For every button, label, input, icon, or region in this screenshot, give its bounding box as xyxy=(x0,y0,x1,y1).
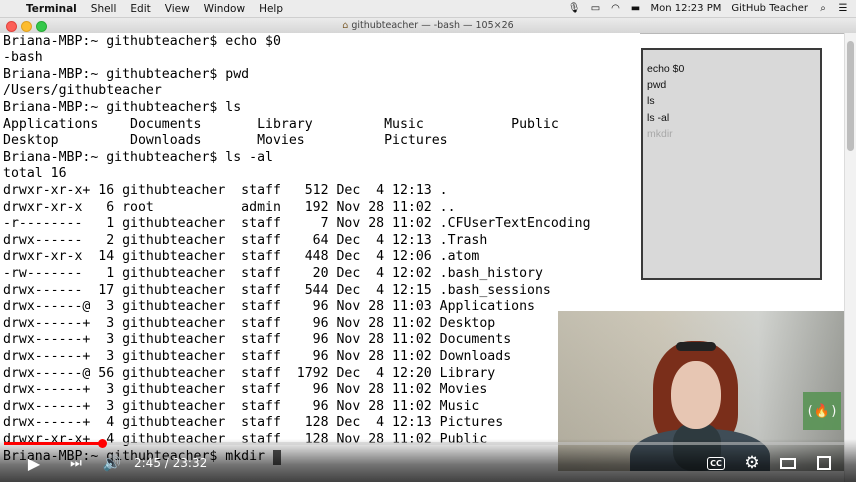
clock[interactable]: Mon 12:23 PM xyxy=(650,3,721,14)
terminal-line: drwx------+ 3 githubteacher staff 96 Nov… xyxy=(3,398,480,414)
menu-help[interactable]: Help xyxy=(259,3,283,15)
duration: 23:32 xyxy=(172,456,208,470)
time-separator: / xyxy=(160,456,173,470)
battery-icon[interactable]: ▬ xyxy=(630,3,640,14)
terminal-line: drwx------+ 3 githubteacher staff 96 Nov… xyxy=(3,332,512,348)
terminal-line: total 16 xyxy=(3,166,67,182)
menu-edit[interactable]: Edit xyxy=(130,3,150,15)
terminal-line: Briana-MBP:~ githubteacher$ ls -al xyxy=(3,149,273,165)
command-notes-card: echo $0 pwd ls ls -al mkdir xyxy=(641,48,822,280)
theater-mode-icon[interactable] xyxy=(776,452,800,474)
video-progress-fill xyxy=(4,442,103,445)
minimize-window-button[interactable] xyxy=(21,21,32,32)
wifi-icon[interactable]: ◠ xyxy=(610,3,620,14)
menu-extras: 🎙 ▭ ◠ ▬ Mon 12:23 PM GitHub Teacher ⌕ ☰ xyxy=(568,0,848,17)
note-item: pwd xyxy=(647,79,667,92)
notification-center-icon[interactable]: ☰ xyxy=(838,3,848,14)
menu-bar: Terminal Shell Edit View Window Help 🎙 ▭… xyxy=(0,0,856,18)
window-title-bar: ⌂ githubteacher — -bash — 105×26 xyxy=(0,18,856,34)
menu-window[interactable]: Window xyxy=(204,3,245,15)
video-progress-bar[interactable] xyxy=(4,439,844,448)
terminal-line: drwx------ 2 githubteacher staff 64 Dec … xyxy=(3,232,488,248)
terminal-line: drwx------+ 4 githubteacher staff 128 De… xyxy=(3,415,504,431)
menu-shell[interactable]: Shell xyxy=(91,3,117,15)
terminal-line: /Users/githubteacher xyxy=(3,83,162,99)
terminal-line: drwx------ 17 githubteacher staff 544 De… xyxy=(3,282,551,298)
mic-icon[interactable]: 🎙 xyxy=(568,3,581,14)
terminal-line: drwx------@ 56 githubteacher staff 1792 … xyxy=(3,365,496,381)
terminal-line: Briana-MBP:~ githubteacher$ pwd xyxy=(3,66,250,82)
home-folder-icon: ⌂ xyxy=(342,20,349,31)
menu-app-name[interactable]: Terminal xyxy=(26,3,77,15)
terminal-line: Briana-MBP:~ githubteacher$ echo $0 xyxy=(3,33,281,49)
close-window-button[interactable] xyxy=(6,21,17,32)
channel-badge-icon[interactable]: (🔥) xyxy=(803,392,841,430)
terminal-line: drwx------+ 3 githubteacher staff 96 Nov… xyxy=(3,315,496,331)
terminal-scrollbar[interactable] xyxy=(844,33,856,482)
terminal-line: Desktop Downloads Movies Pictures xyxy=(3,133,448,149)
airplay-icon[interactable]: ▭ xyxy=(590,3,600,14)
current-time: 2:45 xyxy=(134,456,161,470)
terminal-output[interactable]: Briana-MBP:~ githubteacher$ echo $0 -bash… xyxy=(0,33,640,482)
next-video-icon[interactable]: ⏭ xyxy=(64,452,88,474)
video-time-display: 2:45 / 23:32 xyxy=(134,452,207,474)
terminal-line: drwxr-xr-x 14 githubteacher staff 448 De… xyxy=(3,249,480,265)
note-item: ls -al xyxy=(647,111,670,124)
presenter-glasses xyxy=(676,342,716,351)
note-item-upcoming: mkdir xyxy=(647,127,673,140)
terminal-line: drwxr-xr-x 6 root admin 192 Nov 28 11:02… xyxy=(3,199,456,215)
cc-icon: CC xyxy=(707,456,725,470)
note-item: echo $0 xyxy=(647,63,685,75)
zoom-window-button[interactable] xyxy=(36,21,47,32)
scrollbar-thumb[interactable] xyxy=(847,41,854,151)
spotlight-search-icon[interactable]: ⌕ xyxy=(818,3,828,14)
play-icon[interactable]: ▶ xyxy=(22,452,46,474)
fullscreen-icon[interactable] xyxy=(812,452,836,474)
terminal-line: Briana-MBP:~ githubteacher$ ls xyxy=(3,99,242,115)
note-item: ls xyxy=(647,95,655,108)
settings-gear-icon[interactable]: ⚙ xyxy=(740,451,764,475)
terminal-line: Applications Documents Library Music Pub… xyxy=(3,116,559,132)
terminal-line: drwx------@ 3 githubteacher staff 96 Nov… xyxy=(3,299,535,315)
menu-view[interactable]: View xyxy=(165,3,190,15)
volume-icon[interactable]: 🔊 xyxy=(99,452,125,474)
terminal-line: drwx------+ 3 githubteacher staff 96 Nov… xyxy=(3,348,512,364)
terminal-line: drwx------+ 3 githubteacher staff 96 Nov… xyxy=(3,382,488,398)
terminal-line: drwxr-xr-x+ 16 githubteacher staff 512 D… xyxy=(3,182,448,198)
terminal-line: -rw------- 1 githubteacher staff 20 Dec … xyxy=(3,265,543,281)
terminal-line: -r-------- 1 githubteacher staff 7 Nov 2… xyxy=(3,216,591,232)
terminal-line: -bash xyxy=(3,50,43,66)
window-title: githubteacher — -bash — 105×26 xyxy=(351,20,514,31)
subtitles-button[interactable]: CC xyxy=(703,453,729,473)
presenter-face xyxy=(671,361,721,429)
user-name[interactable]: GitHub Teacher xyxy=(731,3,808,14)
